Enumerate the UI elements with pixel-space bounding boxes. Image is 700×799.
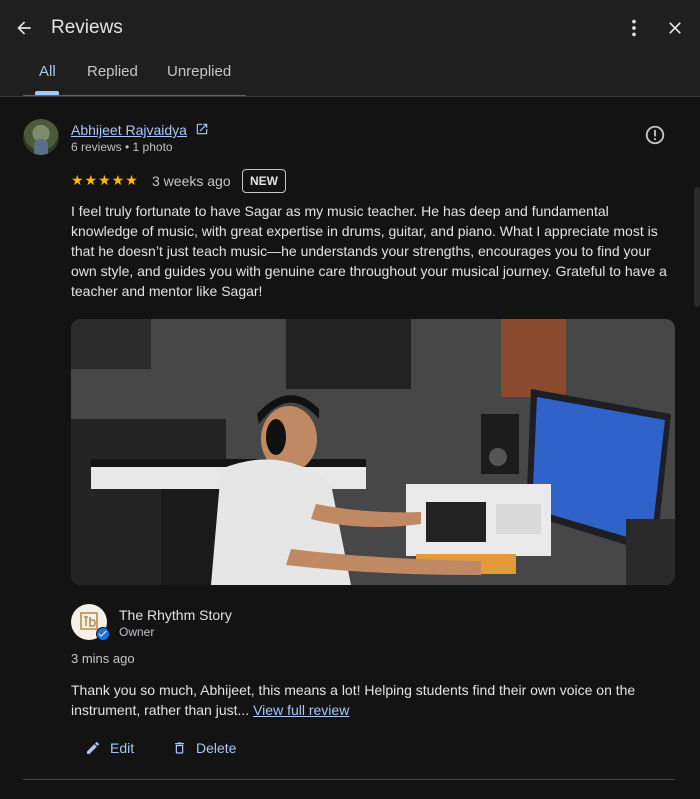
owner-role: Owner bbox=[119, 625, 155, 639]
report-icon[interactable] bbox=[644, 124, 666, 146]
reply-date: 3 mins ago bbox=[71, 651, 135, 666]
back-button[interactable] bbox=[12, 16, 36, 40]
reviewer-stats: 6 reviews • 1 photo bbox=[71, 140, 173, 154]
reviewer-name-link[interactable]: Abhijeet Rajvaidya bbox=[71, 122, 187, 138]
active-tab-indicator bbox=[35, 91, 59, 95]
rhythm-story-logo bbox=[80, 612, 98, 630]
edit-label: Edit bbox=[110, 740, 135, 756]
new-badge: NEW bbox=[242, 169, 286, 193]
review-divider bbox=[23, 779, 675, 780]
reply-text: Thank you so much, Abhijeet, this means … bbox=[71, 680, 677, 720]
scrollbar-thumb[interactable] bbox=[694, 187, 700, 307]
edit-reply-button[interactable]: Edit bbox=[85, 735, 134, 761]
more-vert-icon bbox=[632, 19, 636, 37]
review-list[interactable]: Abhijeet Rajvaidya 6 reviews • 1 photo ★… bbox=[0, 97, 700, 799]
arrow-left-icon bbox=[17, 21, 31, 35]
review-date: 3 weeks ago bbox=[152, 173, 231, 189]
delete-reply-button[interactable]: Delete bbox=[172, 735, 236, 761]
reviewer-avatar[interactable] bbox=[23, 119, 59, 155]
open-external-icon[interactable] bbox=[195, 122, 209, 136]
close-icon bbox=[669, 22, 681, 34]
tab-unreplied[interactable]: Unreplied bbox=[167, 55, 231, 96]
verified-badge-icon bbox=[96, 627, 110, 641]
review-photo[interactable] bbox=[71, 319, 675, 585]
close-button[interactable] bbox=[663, 16, 687, 40]
more-options-button[interactable] bbox=[622, 16, 646, 40]
star-rating: ★★★★★ bbox=[71, 172, 139, 188]
reply-text-body: Thank you so much, Abhijeet, this means … bbox=[71, 682, 636, 718]
tab-all[interactable]: All bbox=[39, 55, 56, 96]
view-full-review-link[interactable]: View full review bbox=[253, 702, 349, 718]
reviews-header: Reviews All Replied Unreplied bbox=[0, 0, 700, 97]
review-text: I feel truly fortunate to have Sagar as … bbox=[71, 203, 667, 299]
page-title: Reviews bbox=[51, 17, 123, 38]
owner-name: The Rhythm Story bbox=[119, 607, 232, 623]
studio-photo-illustration bbox=[71, 319, 675, 585]
tab-replied[interactable]: Replied bbox=[87, 55, 138, 96]
delete-icon bbox=[175, 742, 184, 754]
delete-label: Delete bbox=[196, 740, 237, 756]
edit-icon bbox=[87, 741, 100, 754]
review-filter-tabs: All Replied Unreplied bbox=[23, 55, 246, 96]
